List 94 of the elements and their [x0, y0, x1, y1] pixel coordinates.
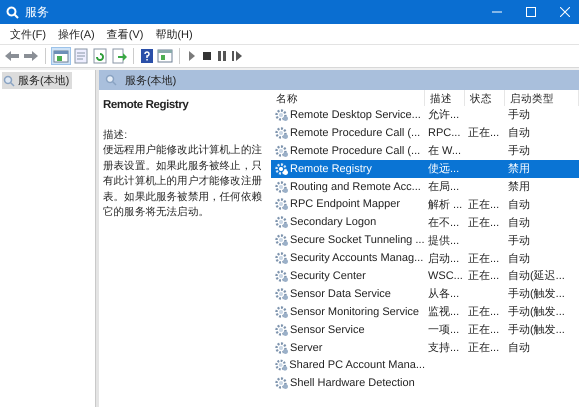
gear-icon — [275, 268, 289, 283]
table-cell-text: 允许... — [427, 108, 460, 122]
pause-icon[interactable] — [216, 50, 228, 62]
table-cell-text: 自动 — [507, 126, 531, 140]
close-icon — [560, 7, 570, 17]
table-cell-text: 从各... — [427, 287, 460, 302]
table-cell-text: 手动(触发... — [507, 305, 566, 320]
description-text: 便远程用户能修改此计算机上的注册表设置。如果此服务被终止，只有此计算机上的用户才能修改注册表。如果此服务被禁用，任何依赖它的服务将无法启动。 — [103, 143, 264, 220]
refresh-icon[interactable] — [92, 48, 108, 64]
gear-icon — [275, 197, 289, 212]
table-cell-text: 手动 — [507, 144, 531, 158]
service-name: Sensor Data Service — [290, 288, 391, 300]
table-cell-text: 一项... — [427, 323, 460, 338]
table-cell-text: 在 W... — [427, 144, 462, 158]
service-row[interactable]: Routing and Remote Acc... 在局... 禁用 — [271, 178, 579, 196]
service-name: Routing and Remote Acc... — [290, 180, 421, 192]
window-title: 服务 — [25, 4, 50, 20]
service-row[interactable]: Remote Registry 使远... 禁用 — [271, 160, 579, 178]
gear-icon — [275, 322, 289, 337]
back-arrow-icon[interactable] — [4, 49, 20, 63]
service-name: Sensor Monitoring Service — [290, 306, 420, 318]
service-name: Security Center — [290, 270, 366, 282]
description-label: 描述: — [103, 128, 128, 142]
service-name: Remote Procedure Call (... — [290, 126, 420, 139]
gear-icon — [275, 215, 289, 230]
service-name: Remote Desktop Service... — [290, 108, 421, 121]
table-cell-text: WSC... — [427, 270, 464, 282]
gear-icon — [275, 108, 289, 122]
gear-icon — [275, 340, 289, 355]
menu-item[interactable]: 帮助(H) — [151, 26, 197, 42]
console-window-icon[interactable] — [157, 48, 173, 64]
service-name: Server — [290, 342, 322, 354]
service-name: Remote Procedure Call (... — [290, 144, 420, 157]
menu-item[interactable]: 查看(V) — [102, 26, 148, 42]
panel-title: 服务(本地) — [125, 74, 176, 88]
service-name: RPC Endpoint Mapper — [290, 198, 400, 210]
service-name: Secure Socket Tunneling ... — [290, 234, 425, 246]
table-cell-text: 手动 — [507, 234, 531, 248]
table-cell-text: 使远... — [427, 162, 460, 176]
table-cell-text: 正在... — [467, 252, 500, 266]
table-cell-text: 正在... — [467, 269, 500, 284]
table-cell-text: 自动(延迟... — [507, 269, 566, 284]
table-cell-text: 解析 ... — [427, 198, 464, 212]
resume-icon[interactable] — [231, 50, 243, 62]
gear-icon — [275, 376, 289, 390]
table-cell-text: 正在... — [467, 198, 500, 212]
table-cell-text: 在不... — [427, 216, 460, 230]
table-cell-text: 正在... — [467, 323, 500, 338]
table-cell-text: 在局... — [427, 180, 460, 194]
gear-icon — [275, 126, 289, 140]
table-cell-text: 正在... — [467, 126, 500, 140]
service-name: Remote Registry — [290, 162, 372, 175]
tree-item[interactable]: 服务(本地) — [2, 72, 72, 89]
gear-icon — [275, 286, 289, 301]
service-title: Remote Registry — [103, 98, 190, 113]
gear-icon — [275, 251, 289, 266]
table-cell-text: 提供... — [427, 234, 460, 248]
properties-icon[interactable] — [73, 48, 89, 64]
gear-icon — [275, 304, 289, 319]
maximize-icon — [526, 7, 536, 17]
service-name: Secondary Logon — [290, 216, 376, 228]
table-cell-text: 自动 — [507, 216, 531, 230]
help-icon[interactable] — [140, 48, 154, 64]
table-cell-text: 禁用 — [507, 162, 531, 176]
gear-icon — [275, 180, 289, 194]
gear-icon — [275, 358, 288, 372]
table-cell-text: 正在... — [467, 216, 500, 230]
table-cell-text: 启动... — [427, 252, 460, 266]
search-icon — [6, 6, 19, 18]
export-icon[interactable] — [111, 48, 127, 64]
service-name: Shared PC Account Mana... — [289, 359, 425, 372]
table-cell-text: 手动(触发... — [507, 287, 566, 302]
table-cell-text: 支持... — [427, 341, 460, 356]
table-cell-text: 正在... — [467, 305, 500, 320]
service-name: Shell Hardware Detection — [290, 377, 415, 390]
menu-item[interactable]: 文件(F) — [6, 26, 50, 42]
table-cell-text: RPC... — [427, 126, 462, 139]
table-cell-text: 自动 — [507, 341, 531, 356]
table-cell-text: 自动 — [507, 252, 531, 266]
menu-item[interactable]: 操作(A) — [54, 26, 99, 42]
table-cell-text: 自动 — [507, 198, 531, 212]
table-cell-text: 手动 — [507, 108, 531, 122]
forward-arrow-icon[interactable] — [23, 49, 39, 63]
table-cell-text: 监视... — [427, 305, 460, 320]
table-cell-text: 禁用 — [507, 180, 531, 194]
table-cell-text: 正在... — [467, 341, 500, 356]
console-tree-icon[interactable] — [52, 48, 70, 64]
service-name: Security Accounts Manag... — [290, 252, 424, 264]
gear-icon — [275, 144, 289, 158]
gear-icon — [275, 162, 289, 176]
stop-icon[interactable] — [201, 50, 213, 62]
gear-icon — [275, 233, 289, 248]
table-cell-text: 手动(触发... — [507, 323, 566, 338]
service-name: Sensor Service — [290, 324, 365, 336]
